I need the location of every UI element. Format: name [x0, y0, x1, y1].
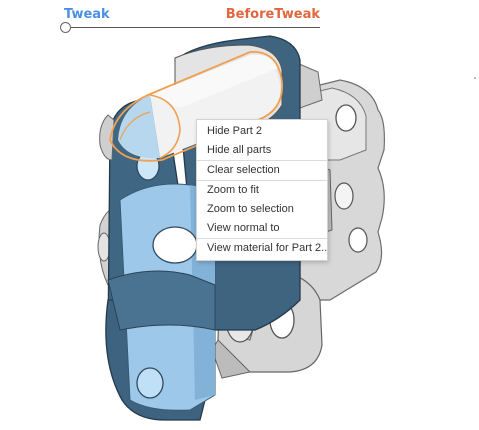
menu-item-hide-part[interactable]: Hide Part 2 [197, 122, 327, 141]
tweak-slider[interactable]: Tweak BeforeTweak [60, 4, 322, 34]
before-tweak-label: BeforeTweak [225, 7, 320, 22]
menu-item-zoom-to-fit[interactable]: Zoom to fit [197, 181, 327, 200]
menu-item-hide-all-parts[interactable]: Hide all parts [197, 141, 327, 160]
tweak-label: Tweak [64, 7, 110, 22]
menu-item-zoom-to-selection[interactable]: Zoom to selection [197, 200, 327, 219]
stray-dot [474, 77, 476, 79]
menu-item-view-normal-to[interactable]: View normal to [197, 219, 327, 238]
context-menu: Hide Part 2 Hide all parts Clear selecti… [196, 119, 328, 261]
tweak-slider-track[interactable] [66, 27, 320, 28]
menu-item-view-material[interactable]: View material for Part 2... [197, 239, 327, 258]
graphics-viewport[interactable]: Tweak BeforeTweak Hide Part 2 Hide all p… [0, 0, 479, 430]
tweak-slider-thumb[interactable] [60, 22, 71, 33]
menu-item-clear-selection[interactable]: Clear selection [197, 161, 327, 180]
